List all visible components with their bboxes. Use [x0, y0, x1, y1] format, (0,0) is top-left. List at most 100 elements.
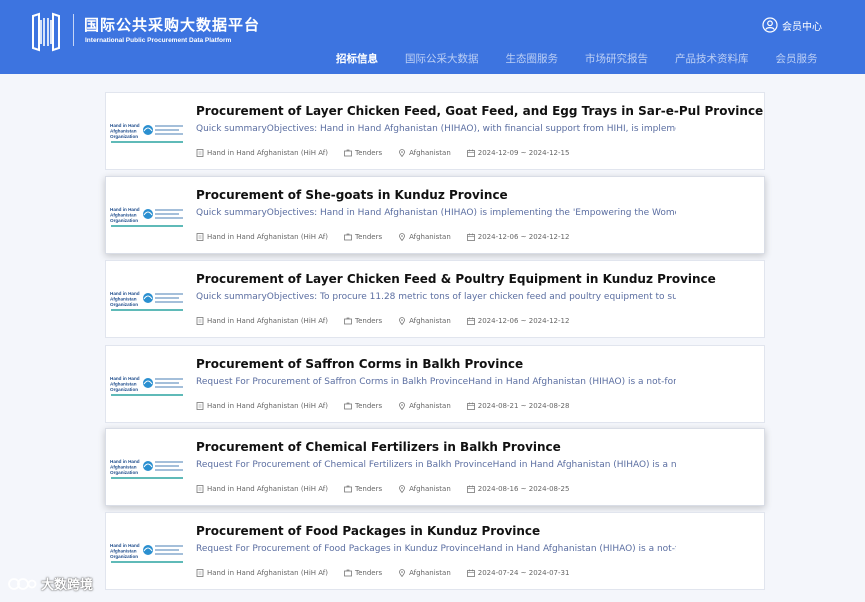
document-icon [196, 485, 204, 493]
meta-org-label: Hand in Hand Afghanistan (HiH Af) [207, 233, 328, 241]
meta-org-label: Hand in Hand Afghanistan (HiH Af) [207, 317, 328, 325]
meta-dates: 2024-07-24 ~ 2024-07-31 [466, 569, 570, 577]
briefcase-icon [344, 402, 352, 410]
nav-ecosystem-services[interactable]: 生态圈服务 [506, 51, 559, 66]
user-center-link[interactable]: 会员中心 [762, 15, 822, 35]
logo-divider [73, 14, 74, 46]
nav-procurement-bigdata[interactable]: 国际公采大数据 [405, 51, 479, 66]
tender-summary: Quick summaryObjectives: To procure 11.2… [196, 292, 676, 302]
location-pin-icon [399, 317, 405, 325]
svg-text:Afghanistan: Afghanistan [110, 297, 137, 302]
tender-card[interactable]: Hand in Hand Afghanistan Organization Pr… [105, 428, 765, 506]
tender-meta: Hand in Hand Afghanistan (HiH Af) Tender… [196, 569, 585, 577]
meta-dates-label: 2024-12-06 ~ 2024-12-12 [477, 233, 570, 241]
briefcase-icon [344, 233, 352, 241]
meta-type-label: Tenders [354, 149, 383, 157]
calendar-icon [466, 569, 475, 577]
meta-country: Afghanistan [398, 149, 451, 157]
meta-org-label: Hand in Hand Afghanistan (HiH Af) [207, 485, 328, 493]
tender-title[interactable]: Procurement of Layer Chicken Feed, Goat … [196, 104, 763, 118]
tender-card[interactable]: Hand in Hand Afghanistan Organization Pr… [105, 512, 765, 590]
tender-card[interactable]: Hand in Hand Afghanistan Organization Pr… [105, 176, 765, 254]
briefcase-icon [344, 317, 352, 325]
tender-card[interactable]: Hand in Hand Afghanistan Organization Pr… [105, 260, 765, 338]
meta-type-label: Tenders [354, 485, 383, 493]
meta-org: Hand in Hand Afghanistan (HiH Af) [196, 569, 328, 577]
calendar-icon [466, 402, 475, 410]
organization-logo: Hand in Hand Afghanistan Organization [110, 291, 183, 311]
svg-text:Afghanistan: Afghanistan [110, 213, 137, 218]
document-icon [196, 569, 204, 577]
svg-text:Hand in Hand: Hand in Hand [110, 543, 140, 548]
meta-type: Tenders [344, 485, 382, 493]
calendar-icon [466, 149, 475, 157]
meta-dates: 2024-08-21 ~ 2024-08-28 [466, 402, 570, 410]
location-pin-icon [399, 233, 405, 241]
tender-title[interactable]: Procurement of Food Packages in Kunduz P… [196, 524, 540, 538]
meta-dates-label: 2024-08-21 ~ 2024-08-28 [477, 402, 570, 410]
tender-title[interactable]: Procurement of Chemical Fertilizers in B… [196, 440, 561, 454]
document-icon [196, 402, 204, 410]
meta-dates-label: 2024-12-06 ~ 2024-12-12 [477, 317, 570, 325]
document-icon [196, 233, 204, 241]
meta-org: Hand in Hand Afghanistan (HiH Af) [196, 402, 328, 410]
organization-logo: Hand in Hand Afghanistan Organization [110, 123, 183, 143]
meta-type-label: Tenders [354, 317, 383, 325]
meta-country-label: Afghanistan [409, 402, 451, 410]
meta-type: Tenders [344, 149, 382, 157]
tender-summary: Quick summaryObjectives: Hand in Hand Af… [196, 208, 676, 218]
meta-dates-label: 2024-07-24 ~ 2024-07-31 [477, 569, 570, 577]
meta-dates: 2024-08-16 ~ 2024-08-25 [466, 485, 569, 493]
main-nav: 招标信息 国际公采大数据 生态圈服务 市场研究报告 产品技术资料库 会员服务 [336, 51, 845, 66]
nav-tender-info[interactable]: 招标信息 [336, 51, 378, 66]
top-header: 国际公共采购大数据平台 International Public Procure… [0, 0, 865, 74]
organization-logo: Hand in Hand Afghanistan Organization [110, 376, 183, 396]
meta-country: Afghanistan [398, 317, 451, 325]
tender-summary: Request For Procurement of Saffron Corms… [196, 377, 676, 387]
svg-text:Afghanistan: Afghanistan [110, 129, 137, 134]
user-icon [762, 17, 778, 33]
svg-text:Hand in Hand: Hand in Hand [110, 207, 140, 212]
meta-type: Tenders [344, 233, 382, 241]
calendar-icon [466, 317, 475, 325]
svg-text:Organization: Organization [110, 302, 138, 307]
meta-dates: 2024-12-06 ~ 2024-12-12 [466, 233, 570, 241]
tender-card[interactable]: Hand in Hand Afghanistan Organization Pr… [105, 345, 765, 423]
briefcase-icon [344, 485, 352, 493]
tender-summary: Quick summaryObjectives: Hand in Hand Af… [196, 124, 676, 134]
meta-org: Hand in Hand Afghanistan (HiH Af) [196, 317, 328, 325]
svg-text:Organization: Organization [110, 134, 138, 139]
tender-meta: Hand in Hand Afghanistan (HiH Af) Tender… [196, 149, 585, 157]
svg-text:Afghanistan: Afghanistan [110, 549, 137, 554]
location-pin-icon [399, 149, 405, 157]
organization-logo: Hand in Hand Afghanistan Organization [110, 459, 183, 479]
meta-type: Tenders [344, 569, 382, 577]
platform-logo-icon[interactable] [29, 12, 63, 52]
nav-member-services[interactable]: 会员服务 [776, 51, 818, 66]
meta-country: Afghanistan [398, 569, 451, 577]
platform-subtitle: International Public Procurement Data Pl… [85, 37, 232, 44]
watermark: 大数跨境 [8, 574, 93, 593]
user-center-label: 会员中心 [782, 21, 822, 33]
meta-country-label: Afghanistan [409, 149, 451, 157]
svg-text:Organization: Organization [110, 554, 138, 559]
tender-title[interactable]: Procurement of She-goats in Kunduz Provi… [196, 188, 508, 202]
meta-dates: 2024-12-06 ~ 2024-12-12 [466, 317, 570, 325]
calendar-icon [466, 233, 475, 241]
svg-text:Organization: Organization [110, 387, 138, 392]
meta-country-label: Afghanistan [409, 233, 451, 241]
location-pin-icon [399, 485, 405, 493]
nav-market-reports[interactable]: 市场研究报告 [585, 51, 648, 66]
nav-product-library[interactable]: 产品技术资料库 [675, 51, 749, 66]
platform-title: 国际公共采购大数据平台 [84, 16, 261, 34]
meta-org-label: Hand in Hand Afghanistan (HiH Af) [207, 149, 328, 157]
briefcase-icon [344, 569, 352, 577]
tender-title[interactable]: Procurement of Saffron Corms in Balkh Pr… [196, 357, 523, 371]
watermark-label: 大数跨境 [41, 578, 94, 593]
svg-text:Organization: Organization [110, 218, 138, 223]
tender-card[interactable]: Hand in Hand Afghanistan Organization Pr… [105, 92, 765, 170]
tender-title[interactable]: Procurement of Layer Chicken Feed & Poul… [196, 272, 716, 286]
svg-text:Organization: Organization [110, 470, 138, 475]
document-icon [196, 317, 204, 325]
tender-meta: Hand in Hand Afghanistan (HiH Af) Tender… [196, 485, 585, 493]
